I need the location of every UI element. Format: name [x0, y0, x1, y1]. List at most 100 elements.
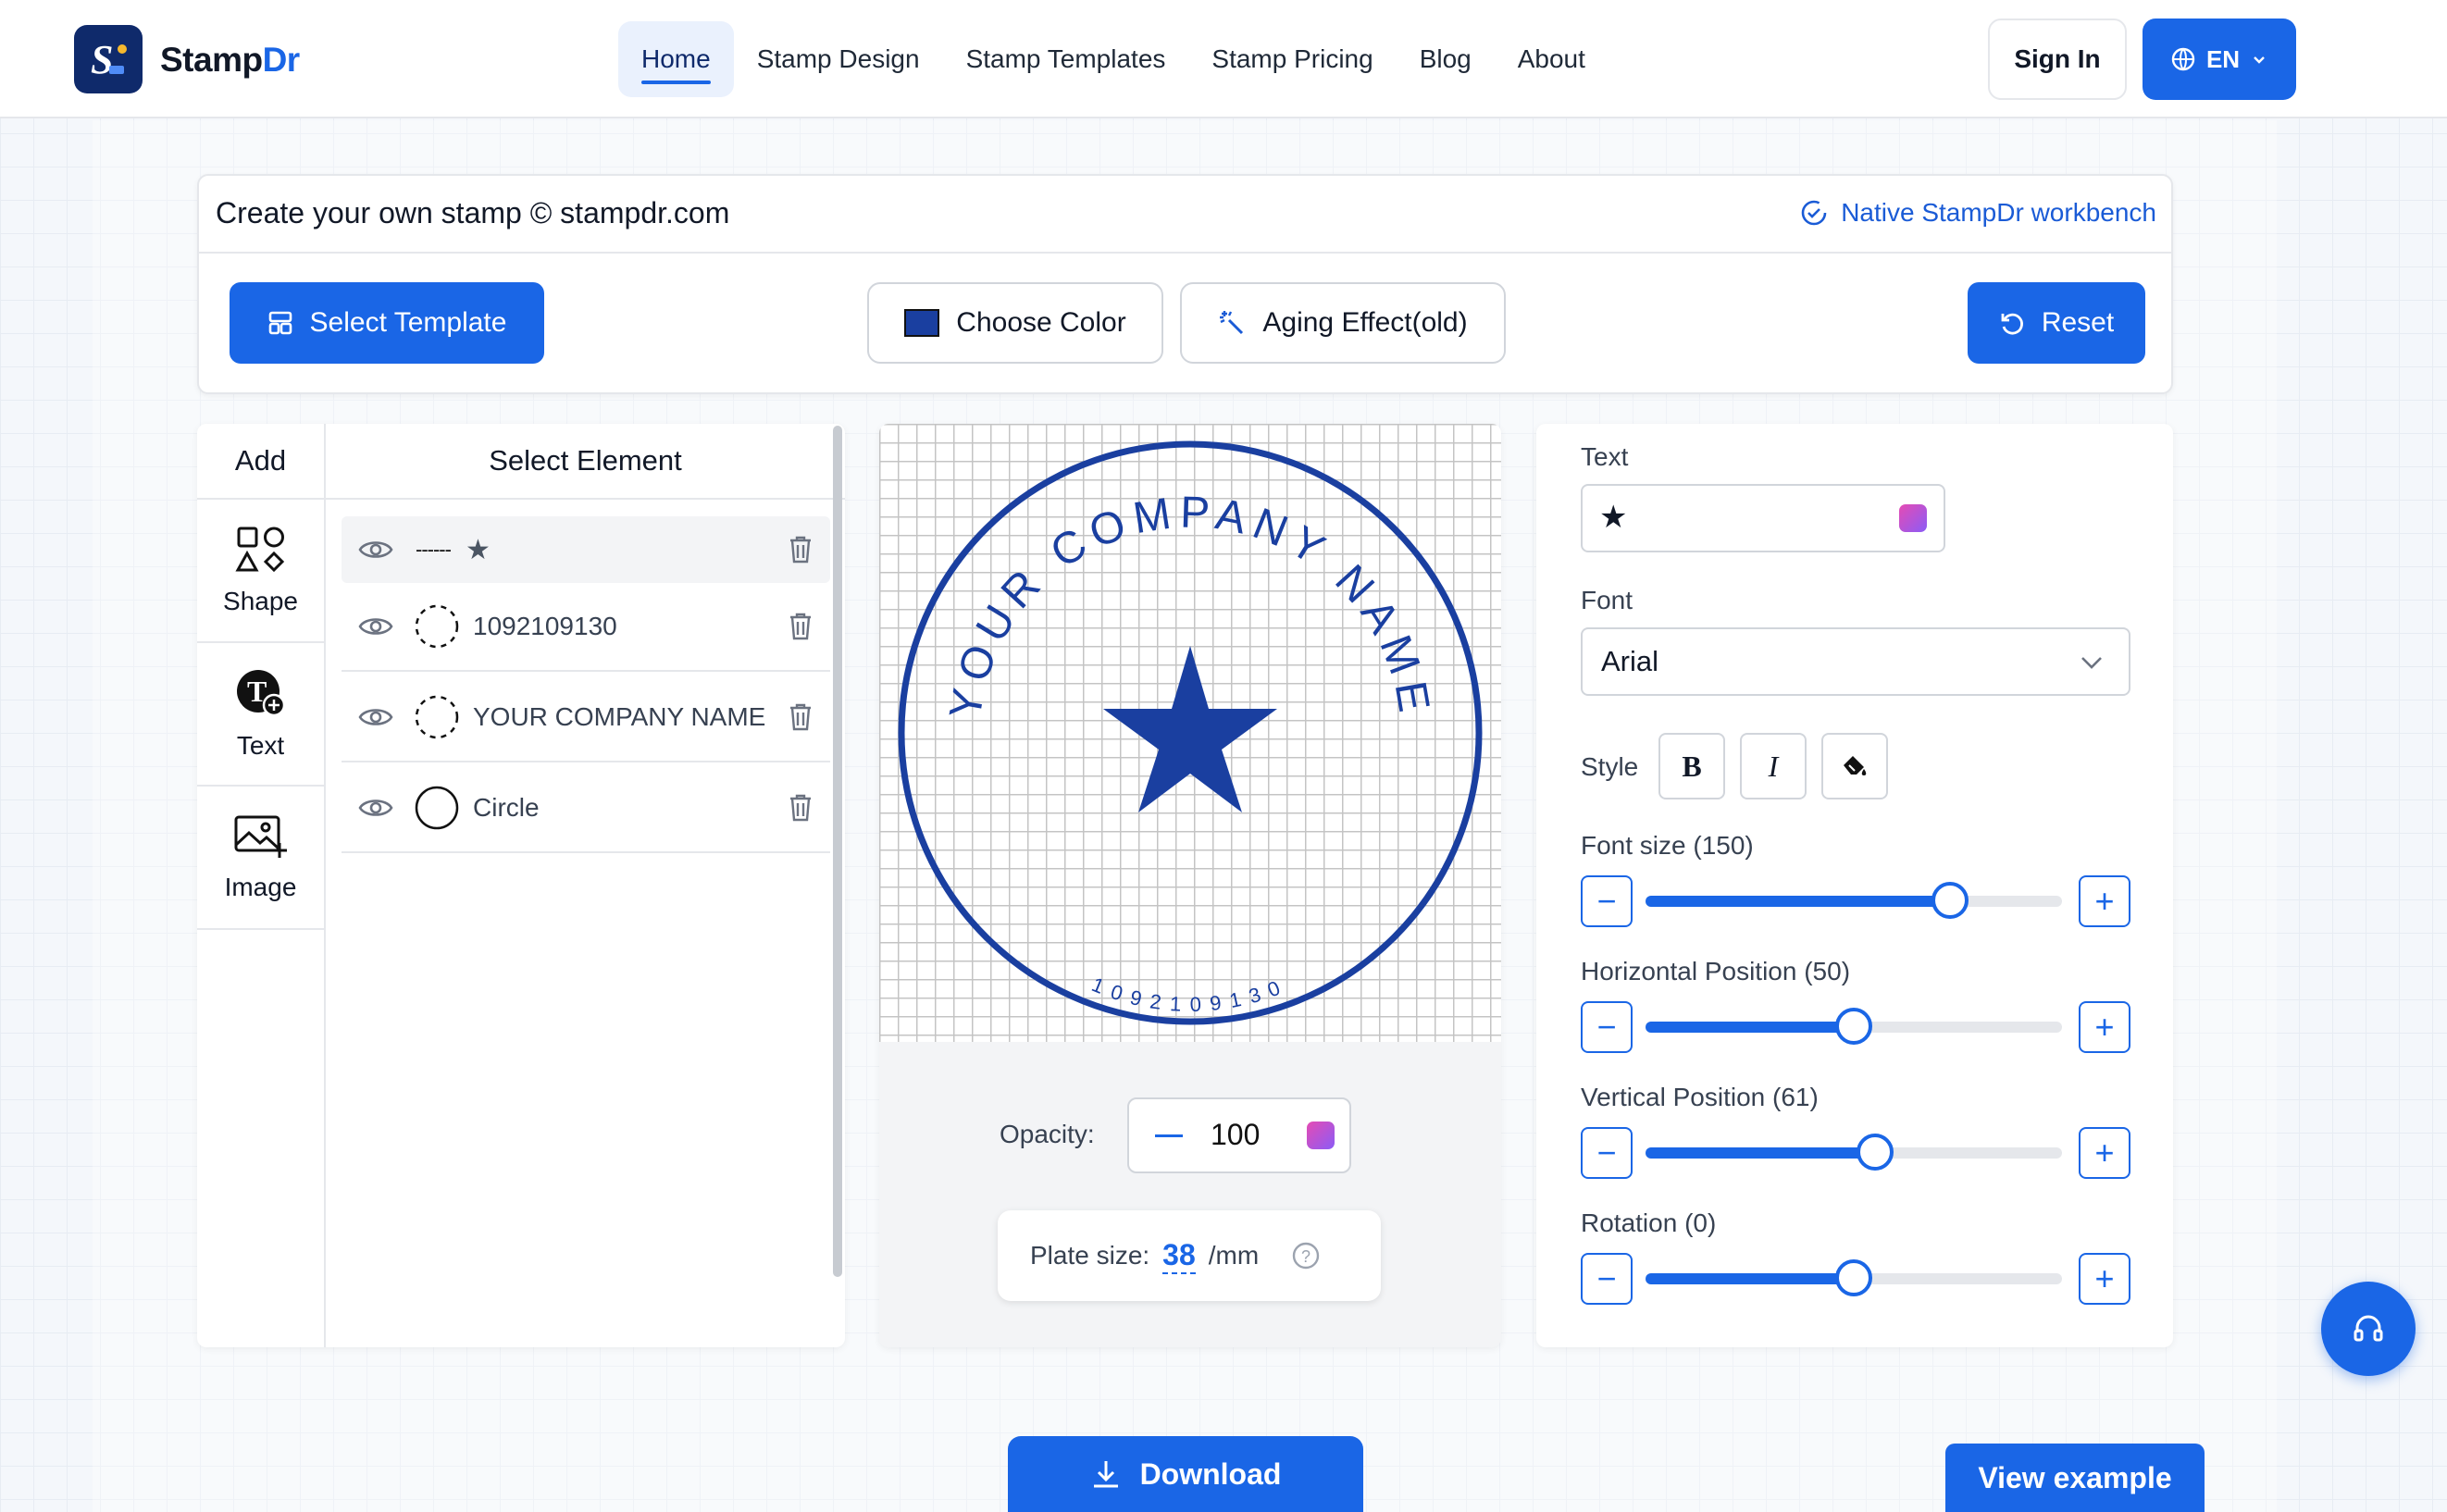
stamp-star — [1103, 646, 1277, 812]
bold-button[interactable]: B — [1658, 733, 1725, 799]
text-input[interactable]: ★ — [1581, 484, 1945, 552]
nav-item-about[interactable]: About — [1495, 21, 1609, 97]
horizontal-slider[interactable] — [1646, 1008, 2062, 1045]
ai-sparkle-icon[interactable] — [1899, 504, 1927, 532]
eye-icon — [358, 541, 393, 558]
vertical-minus-button[interactable]: − — [1581, 1127, 1633, 1179]
rotation-minus-button[interactable]: − — [1581, 1253, 1633, 1305]
download-label: Download — [1139, 1456, 1282, 1491]
font-size-label: Font size (150) — [1581, 831, 1754, 860]
trash-icon[interactable] — [788, 793, 814, 823]
main-nav: Home Stamp Design Stamp Templates Stamp … — [618, 21, 1609, 97]
element-label-company: YOUR COMPANY NAME — [473, 702, 766, 731]
select-template-button[interactable]: Select Template — [230, 282, 544, 364]
brand-name[interactable]: StampDr — [160, 41, 300, 80]
rotation-fill — [1646, 1273, 1854, 1284]
add-image-label: Image — [224, 872, 297, 901]
element-row-number[interactable]: 1092109130 — [342, 583, 830, 672]
opacity-stepper[interactable]: 100 — [1127, 1097, 1351, 1173]
text-label: Text — [1581, 442, 1629, 471]
font-size-slider[interactable] — [1646, 882, 2062, 919]
vertical-position-label: Vertical Position (61) — [1581, 1083, 1819, 1111]
language-button[interactable]: EN — [2143, 19, 2296, 100]
nav-item-stamp-pricing[interactable]: Stamp Pricing — [1188, 21, 1396, 97]
element-label-circle: Circle — [473, 793, 540, 822]
nav-item-blog[interactable]: Blog — [1397, 21, 1495, 97]
horizontal-plus-button[interactable]: + — [2079, 1001, 2130, 1053]
help-icon[interactable]: ? — [1292, 1242, 1320, 1270]
dashed-circle-icon — [415, 695, 459, 739]
rotation-slider[interactable] — [1646, 1259, 2062, 1296]
font-select-value: Arial — [1601, 645, 1659, 677]
element-list-scrollbar[interactable] — [833, 426, 842, 1277]
font-size-fill — [1646, 896, 1950, 907]
element-dots: ------ — [416, 538, 452, 561]
font-size-plus-button[interactable]: + — [2079, 875, 2130, 927]
opacity-minus-icon[interactable] — [1155, 1134, 1183, 1137]
nav-item-home[interactable]: Home — [618, 21, 734, 97]
svg-text:S: S — [91, 37, 113, 82]
element-row-circle[interactable]: Circle — [342, 764, 830, 853]
eye-icon — [358, 709, 393, 725]
view-example-button[interactable]: View example — [1945, 1444, 2205, 1512]
add-heading: Add — [197, 424, 324, 500]
toolbar-divider — [199, 252, 2171, 254]
element-row-company[interactable]: YOUR COMPANY NAME — [342, 674, 830, 762]
font-size-thumb[interactable] — [1931, 882, 1969, 919]
paint-bucket-icon — [1844, 756, 1867, 775]
ai-sparkle-icon[interactable] — [1307, 1122, 1335, 1149]
trash-icon[interactable] — [788, 612, 814, 641]
text-input-value: ★ — [1599, 500, 1628, 535]
vertical-slider[interactable] — [1646, 1134, 2062, 1171]
opacity-value[interactable]: 100 — [1211, 1118, 1260, 1152]
dashed-circle-icon — [415, 604, 459, 649]
reset-button[interactable]: Reset — [1968, 282, 2145, 364]
horizontal-position-label: Horizontal Position (50) — [1581, 957, 1851, 985]
aging-effect-label: Aging Effect(old) — [1262, 307, 1468, 338]
stamp-canvas[interactable]: YOUR COMPANY NAME 1092109130 — [879, 424, 1501, 1042]
vertical-thumb[interactable] — [1856, 1134, 1894, 1171]
nav-item-stamp-design[interactable]: Stamp Design — [734, 21, 943, 97]
element-row-star[interactable]: ------ ★ — [342, 516, 830, 583]
logo-icon[interactable]: S — [74, 25, 143, 93]
add-text-button[interactable]: T Text — [197, 643, 324, 787]
image-add-icon — [234, 815, 287, 858]
horizontal-thumb[interactable] — [1835, 1008, 1872, 1045]
properties-panel: Text ★ Font Arial Style B I Font size (1… — [1536, 424, 2173, 1347]
font-select[interactable]: Arial — [1581, 627, 2130, 696]
brand-part-2: Dr — [262, 41, 301, 79]
element-label-star: ★ — [465, 534, 491, 565]
add-shape-button[interactable]: Shape — [197, 500, 324, 643]
page-title: Create your own stamp © stampdr.com — [216, 196, 730, 229]
choose-color-button[interactable]: Choose Color — [867, 282, 1163, 364]
workbench-label: Native StampDr workbench — [1841, 198, 2156, 227]
choose-color-label: Choose Color — [956, 307, 1126, 338]
sign-in-button[interactable]: Sign In — [1988, 19, 2127, 100]
element-panel: Add Shape T Text Image Select Element --… — [197, 424, 845, 1347]
rotation-thumb[interactable] — [1835, 1259, 1872, 1296]
svg-text:?: ? — [1301, 1247, 1310, 1266]
font-size-minus-button[interactable]: − — [1581, 875, 1633, 927]
add-shape-label: Shape — [223, 586, 298, 615]
chevron-down-icon — [2081, 657, 2102, 669]
trash-icon[interactable] — [788, 702, 814, 732]
font-label: Font — [1581, 586, 1633, 614]
plate-size-value[interactable]: 38 — [1162, 1238, 1196, 1274]
italic-button[interactable]: I — [1740, 733, 1807, 799]
horizontal-minus-button[interactable]: − — [1581, 1001, 1633, 1053]
reset-label: Reset — [2041, 307, 2115, 338]
magic-wand-icon — [1220, 311, 1244, 335]
download-icon — [1093, 1461, 1118, 1488]
workbench-badge[interactable]: Native StampDr workbench — [1800, 198, 2156, 228]
add-image-button[interactable]: Image — [197, 787, 324, 930]
aging-effect-button[interactable]: Aging Effect(old) — [1180, 282, 1506, 364]
fill-color-button[interactable] — [1821, 733, 1888, 799]
vertical-fill — [1646, 1147, 1875, 1159]
support-chat-button[interactable] — [2321, 1282, 2416, 1376]
language-label: EN — [2205, 44, 2241, 73]
download-button[interactable]: Download — [1008, 1436, 1363, 1512]
rotation-plus-button[interactable]: + — [2079, 1253, 2130, 1305]
nav-item-stamp-templates[interactable]: Stamp Templates — [943, 21, 1189, 97]
trash-icon[interactable] — [788, 535, 814, 564]
vertical-plus-button[interactable]: + — [2079, 1127, 2130, 1179]
